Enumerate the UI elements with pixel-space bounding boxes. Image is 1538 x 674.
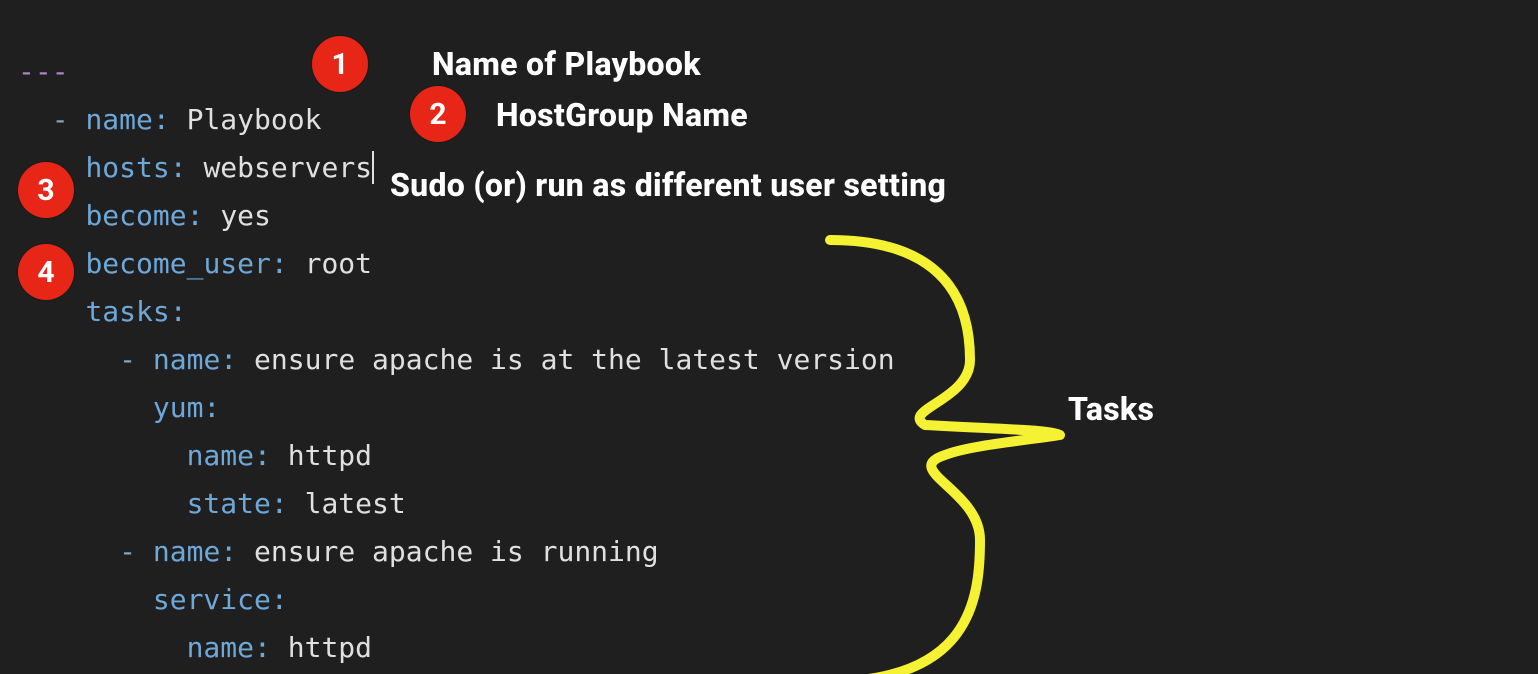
task1-name-key: name:: [153, 343, 237, 376]
annotation-sudo: Sudo (or) run as different user setting: [390, 166, 946, 204]
task2-dash: -: [119, 535, 136, 568]
task2-module-key: service:: [153, 583, 288, 616]
bubble-1: 1: [312, 36, 368, 92]
become-key: become:: [85, 199, 203, 232]
bubble-2: 2: [410, 86, 466, 142]
task1-module-key: yum:: [153, 391, 220, 424]
yaml-doc-start: ---: [18, 55, 69, 88]
diagram-stage: --- - name: Playbook hosts: webservers b…: [0, 0, 1538, 674]
tasks-key: tasks:: [85, 295, 186, 328]
become-user-key: become_user:: [85, 247, 287, 280]
name-value: Playbook: [187, 103, 322, 136]
become-user-value: root: [305, 247, 372, 280]
annotation-playbook-name: Name of Playbook: [432, 45, 701, 83]
task2-param-name-key: name:: [187, 631, 271, 664]
task1-param-state-key: state:: [187, 487, 288, 520]
task2-name-key: name:: [153, 535, 237, 568]
hosts-value: webservers: [203, 151, 374, 184]
become-value: yes: [220, 199, 271, 232]
annotation-tasks: Tasks: [1068, 390, 1154, 428]
bubble-4: 4: [18, 244, 74, 300]
yaml-code-block: --- - name: Playbook hosts: webservers b…: [18, 0, 918, 674]
task1-param-state-value: latest: [305, 487, 406, 520]
hosts-key: hosts:: [85, 151, 186, 184]
task1-param-name-value: httpd: [288, 439, 372, 472]
play-dash: -: [52, 103, 69, 136]
annotation-hostgroup: HostGroup Name: [496, 96, 748, 134]
name-key: name:: [85, 103, 169, 136]
task1-dash: -: [119, 343, 136, 376]
bubble-3: 3: [18, 162, 74, 218]
task1-param-name-key: name:: [187, 439, 271, 472]
task2-name-value: ensure apache is running: [254, 535, 659, 568]
task2-param-name-value: httpd: [288, 631, 372, 664]
task1-name-value: ensure apache is at the latest version: [254, 343, 895, 376]
